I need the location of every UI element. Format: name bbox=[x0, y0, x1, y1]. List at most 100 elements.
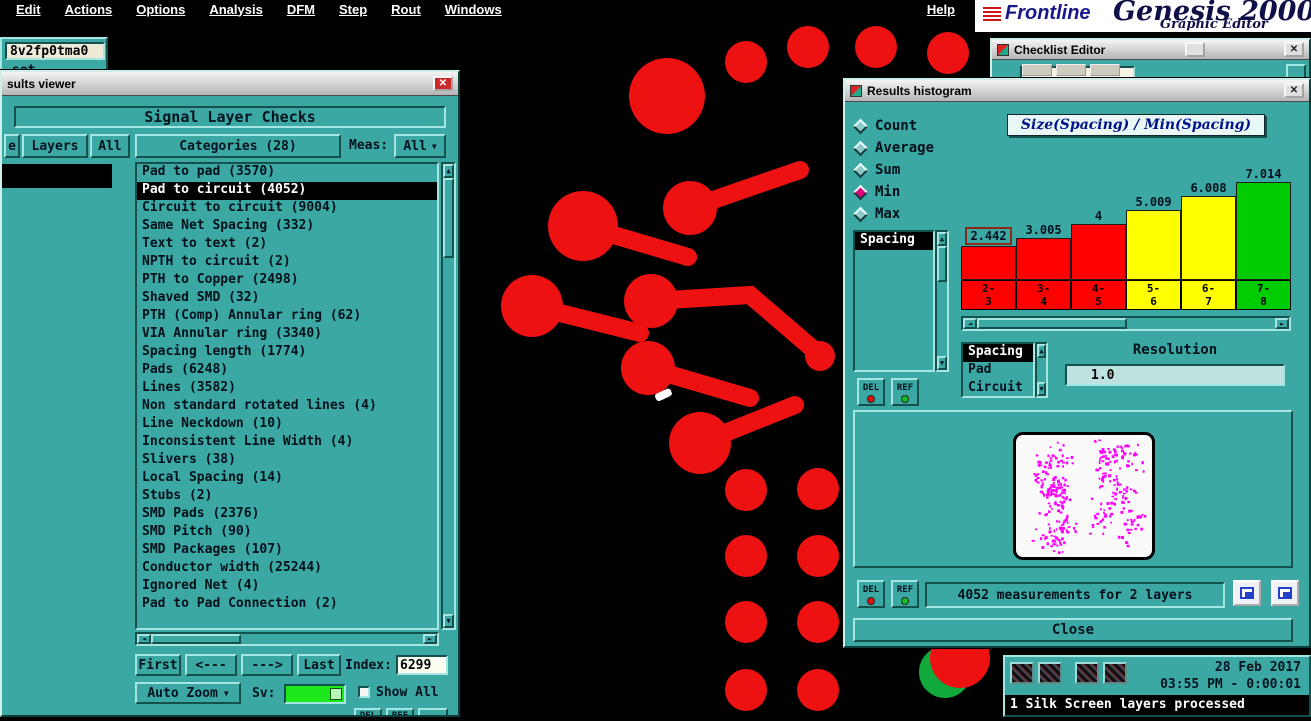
status-tool-icon-button[interactable] bbox=[1038, 662, 1062, 684]
hist-bar-column[interactable]: 4 bbox=[1071, 209, 1126, 280]
ref-button[interactable]: REF bbox=[891, 580, 919, 608]
del-button[interactable]: DEL bbox=[857, 580, 885, 608]
checklist-close-button[interactable]: ✕ bbox=[1283, 42, 1304, 57]
measure-scrollbar[interactable]: ▲ ▼ bbox=[935, 230, 949, 372]
scroll-right-icon[interactable]: ► bbox=[423, 634, 437, 644]
checklist-toolbar-button[interactable] bbox=[1022, 64, 1052, 76]
scroll-up-icon[interactable]: ▲ bbox=[1037, 344, 1046, 358]
index-input[interactable] bbox=[396, 655, 448, 675]
resolution-field[interactable]: 1.0 bbox=[1065, 364, 1285, 386]
scroll-up-icon[interactable]: ▲ bbox=[443, 164, 454, 178]
category-item[interactable]: Pads (6248) bbox=[137, 362, 437, 380]
scrollbar-thumb[interactable] bbox=[937, 246, 947, 282]
menu-item-edit[interactable]: Edit bbox=[6, 2, 51, 17]
layer-compare-icon-button[interactable] bbox=[1233, 580, 1261, 606]
results-viewer-title-bar[interactable]: sults viewer ✕ bbox=[2, 72, 458, 96]
ref-button[interactable]: REF bbox=[386, 708, 414, 715]
status-tool-icon-button[interactable] bbox=[1103, 662, 1127, 684]
list-item[interactable]: Circuit bbox=[963, 380, 1033, 396]
swatch-mini-button[interactable] bbox=[330, 688, 342, 700]
scroll-down-icon[interactable]: ▼ bbox=[443, 614, 454, 628]
parameter-list[interactable]: Spacing Pad Circuit bbox=[961, 342, 1035, 398]
partial-button[interactable] bbox=[418, 708, 448, 715]
category-item[interactable]: Line Neckdown (10) bbox=[137, 416, 437, 434]
meas-dropdown[interactable]: All ▼ bbox=[394, 134, 446, 158]
sv-color-swatch[interactable] bbox=[284, 684, 346, 704]
side-tab-button[interactable]: e bbox=[4, 134, 20, 158]
category-item[interactable]: Conductor width (25244) bbox=[137, 560, 437, 578]
hist-bar-column[interactable]: 2.442 bbox=[961, 227, 1016, 280]
results-viewer-close-button[interactable]: ✕ bbox=[433, 76, 453, 91]
hist-bar-column[interactable]: 3.005 bbox=[1016, 223, 1071, 280]
hist-bar-column[interactable]: 6.008 bbox=[1181, 181, 1236, 280]
menu-item-actions[interactable]: Actions bbox=[55, 2, 123, 17]
scrollbar-thumb[interactable] bbox=[151, 634, 241, 644]
category-item[interactable]: PTH to Copper (2498) bbox=[137, 272, 437, 290]
last-button[interactable]: Last bbox=[297, 654, 341, 676]
layers-all-button[interactable]: All bbox=[90, 134, 130, 158]
checklist-minimize-button[interactable] bbox=[1184, 42, 1205, 57]
hist-bar[interactable] bbox=[1126, 210, 1181, 280]
histogram-close-icon[interactable]: ✕ bbox=[1284, 83, 1304, 98]
menu-item-help[interactable]: Help bbox=[927, 2, 969, 17]
close-button[interactable]: Close bbox=[853, 618, 1293, 642]
scroll-up-icon[interactable]: ▲ bbox=[937, 232, 947, 246]
category-item[interactable]: SMD Pads (2376) bbox=[137, 506, 437, 524]
category-item[interactable]: Stubs (2) bbox=[137, 488, 437, 506]
first-button[interactable]: First bbox=[135, 654, 181, 676]
list-item[interactable]: Spacing bbox=[963, 344, 1033, 362]
category-item[interactable]: Spacing length (1774) bbox=[137, 344, 437, 362]
del-button[interactable]: DEL bbox=[857, 378, 885, 406]
stat-radio-average[interactable]: Average bbox=[852, 138, 934, 158]
scroll-down-icon[interactable]: ▼ bbox=[937, 356, 947, 370]
stat-radio-count[interactable]: Count bbox=[852, 116, 917, 136]
category-item[interactable]: NPTH to circuit (2) bbox=[137, 254, 437, 272]
measure-list[interactable]: Spacing bbox=[853, 230, 935, 372]
category-item[interactable]: Pad to Pad Connection (2) bbox=[137, 596, 437, 614]
category-item[interactable]: Pad to pad (3570) bbox=[137, 164, 437, 182]
scroll-left-icon[interactable]: ◄ bbox=[137, 634, 151, 644]
category-item[interactable]: Lines (3582) bbox=[137, 380, 437, 398]
scrollbar-thumb[interactable] bbox=[977, 318, 1127, 329]
prev-button[interactable]: <--- bbox=[185, 654, 237, 676]
job-name-field[interactable]: 8v2fp0tma0 bbox=[5, 42, 105, 60]
show-all-checkbox[interactable] bbox=[358, 686, 370, 698]
hist-bar[interactable] bbox=[961, 246, 1016, 280]
ref-button[interactable]: REF bbox=[891, 378, 919, 406]
category-item[interactable]: VIA Annular ring (3340) bbox=[137, 326, 437, 344]
stat-radio-min[interactable]: Min bbox=[852, 182, 900, 202]
category-item[interactable]: Inconsistent Line Width (4) bbox=[137, 434, 437, 452]
category-item[interactable]: Text to text (2) bbox=[137, 236, 437, 254]
category-item[interactable]: Local Spacing (14) bbox=[137, 470, 437, 488]
scroll-left-icon[interactable]: ◄ bbox=[963, 318, 977, 329]
category-item[interactable]: Circuit to circuit (9004) bbox=[137, 200, 437, 218]
category-list[interactable]: Pad to pad (3570) Pad to circuit (4052) Ci… bbox=[135, 162, 439, 630]
list-item[interactable]: Pad bbox=[963, 362, 1033, 380]
menu-item-options[interactable]: Options bbox=[126, 2, 195, 17]
category-item[interactable]: Shaved SMD (32) bbox=[137, 290, 437, 308]
scroll-down-icon[interactable]: ▼ bbox=[1037, 382, 1046, 396]
checklist-toolbar-button[interactable] bbox=[1090, 64, 1120, 76]
auto-zoom-dropdown[interactable]: Auto Zoom ▼ bbox=[135, 682, 241, 704]
next-button[interactable]: ---> bbox=[241, 654, 293, 676]
parameter-scrollbar[interactable]: ▲ ▼ bbox=[1035, 342, 1048, 398]
hist-bar-column[interactable]: 5.009 bbox=[1126, 195, 1181, 280]
stat-radio-max[interactable]: Max bbox=[852, 204, 900, 224]
menu-item-step[interactable]: Step bbox=[329, 2, 377, 17]
hist-bar-column[interactable]: 7.014 bbox=[1236, 167, 1291, 280]
hist-bar[interactable] bbox=[1236, 182, 1291, 280]
del-button[interactable]: DEL bbox=[354, 708, 382, 715]
histogram-horizontal-scrollbar[interactable]: ◄ ► bbox=[961, 316, 1291, 331]
histogram-title-bar[interactable]: Results histogram ✕ bbox=[845, 80, 1309, 102]
menu-item-dfm[interactable]: DFM bbox=[277, 2, 325, 17]
category-item[interactable]: Pad to circuit (4052) bbox=[137, 182, 437, 200]
category-item[interactable]: Ignored Net (4) bbox=[137, 578, 437, 596]
category-item[interactable]: SMD Packages (107) bbox=[137, 542, 437, 560]
category-item[interactable]: PTH (Comp) Annular ring (62) bbox=[137, 308, 437, 326]
hist-bar[interactable] bbox=[1181, 196, 1236, 280]
status-tool-icon-button[interactable] bbox=[1075, 662, 1099, 684]
scrollbar-thumb[interactable] bbox=[443, 178, 454, 258]
category-horizontal-scrollbar[interactable]: ◄ ► bbox=[135, 632, 439, 646]
layer-compare-icon-button[interactable] bbox=[1271, 580, 1299, 606]
category-item[interactable]: Same Net Spacing (332) bbox=[137, 218, 437, 236]
